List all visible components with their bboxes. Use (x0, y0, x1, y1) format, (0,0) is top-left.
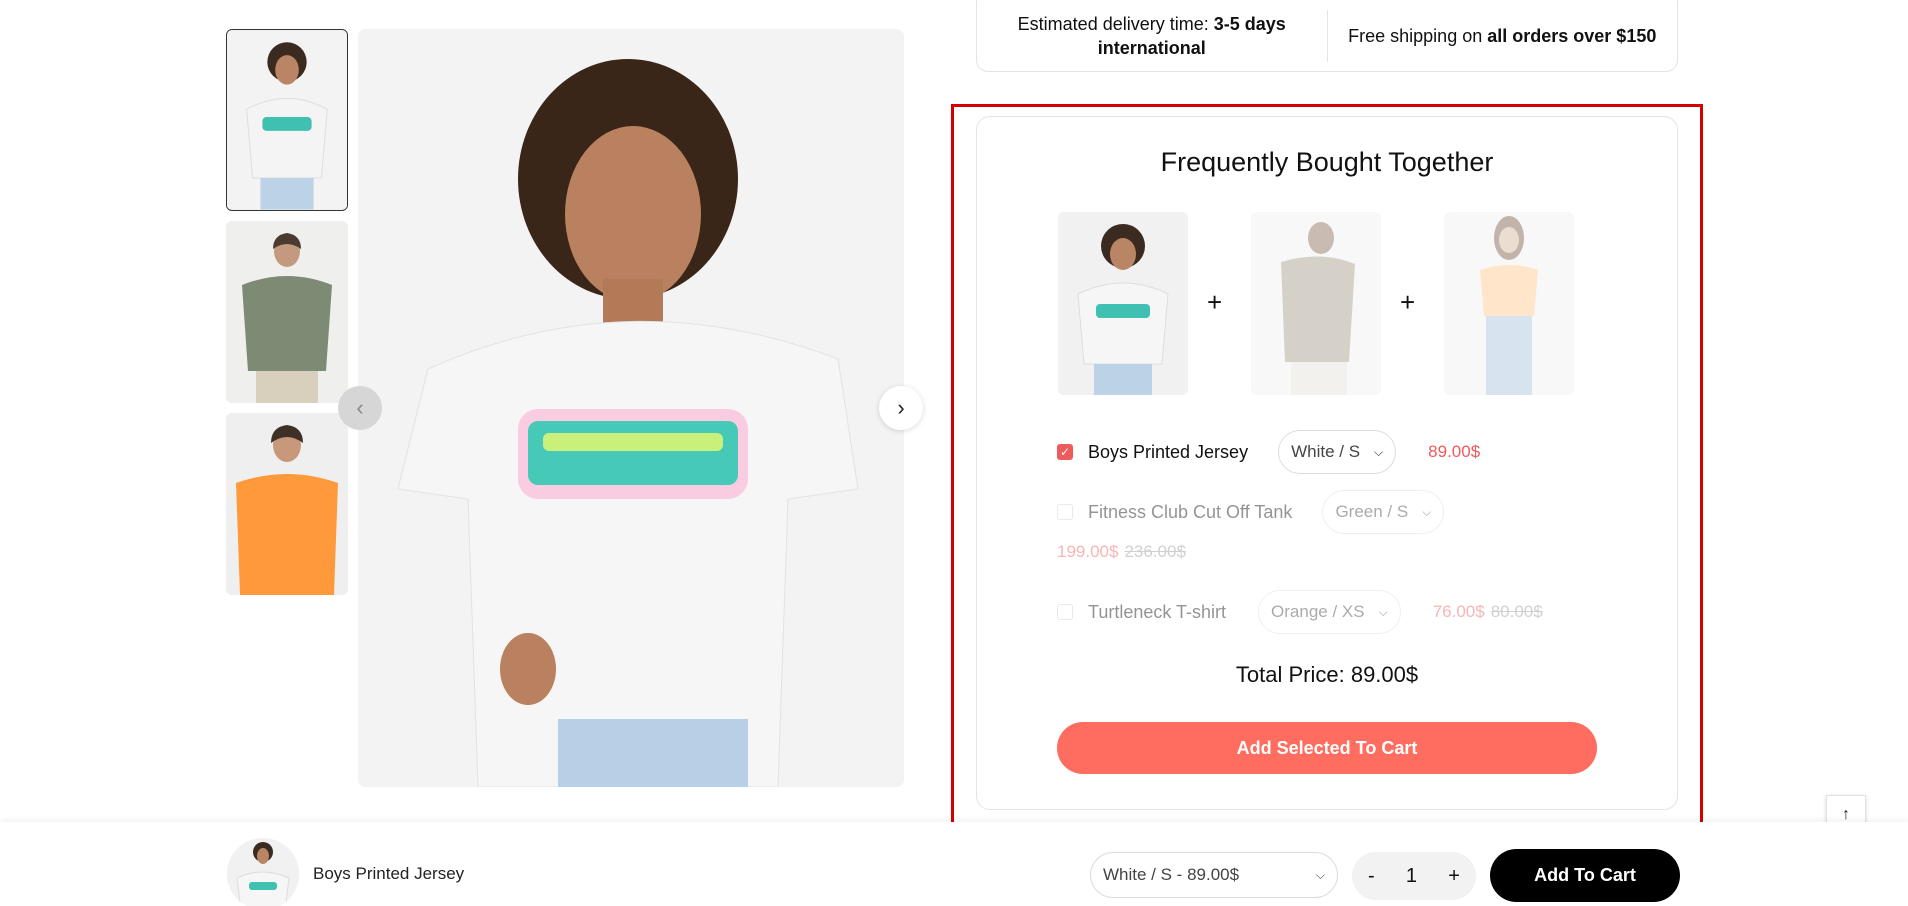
fbt-item-row: Fitness Club Cut Off Tank Green / S ⌵ (1057, 490, 1445, 534)
fbt-variant-value: Orange / XS (1271, 602, 1365, 621)
free-shipping-value: all orders over $150 (1487, 26, 1657, 46)
fbt-item-price: 89.00$ (1428, 442, 1481, 461)
fbt-item-row: ✓ Boys Printed Jersey White / S ⌵ 89.00$ (1057, 430, 1480, 474)
add-selected-to-cart-button[interactable]: Add Selected To Cart (1057, 722, 1597, 774)
plus-icon: + (1207, 287, 1223, 317)
fbt-variant-select[interactable]: White / S ⌵ (1278, 430, 1397, 474)
fbt-image-fitness-club-tank[interactable] (1251, 212, 1381, 395)
fbt-variant-value: Green / S (1335, 502, 1409, 521)
sticky-variant-value: White / S - 89.00$ (1103, 865, 1240, 884)
estimated-delivery-label: Estimated delivery time: (1017, 14, 1209, 34)
sticky-variant-select[interactable]: White / S - 89.00$ ⌵ (1090, 852, 1338, 898)
total-price-label: Total Price: (1235, 662, 1345, 687)
thumbnail-man-olive-tee[interactable] (226, 221, 348, 403)
chevron-left-icon: ‹ (356, 395, 364, 420)
chevron-right-icon: › (897, 395, 905, 420)
fbt-item-price-row: 199.00$ 236.00$ (1057, 542, 1186, 562)
fbt-title: Frequently Bought Together (1160, 147, 1494, 177)
fbt-item-checkbox[interactable] (1057, 604, 1073, 620)
product-photo-tank (1251, 212, 1381, 395)
delivery-info-box: Estimated delivery time: 3-5 days intern… (976, 0, 1678, 72)
add-to-cart-button[interactable]: Add To Cart (1490, 849, 1680, 902)
fbt-total-price: Total Price: 89.00$ (977, 662, 1677, 688)
product-photo-turtleneck (1444, 212, 1574, 395)
product-photo-boy (1058, 212, 1188, 395)
fbt-variant-select[interactable]: Green / S ⌵ (1322, 490, 1445, 534)
chevron-down-icon: ⌵ (1422, 504, 1432, 519)
fbt-variant-select[interactable]: Orange / XS ⌵ (1258, 590, 1401, 634)
chevron-down-icon: ⌵ (1374, 444, 1384, 459)
fbt-image-turtleneck-tshirt[interactable] (1444, 212, 1574, 395)
gallery-prev-button[interactable]: ‹ (338, 386, 382, 430)
free-shipping-label: Free shipping on (1348, 26, 1483, 46)
product-photo-boy-large (358, 29, 904, 787)
product-photo-boy (227, 30, 347, 210)
fbt-item-checkbox[interactable]: ✓ (1057, 444, 1073, 460)
product-photo-man-olive (226, 221, 348, 403)
fbt-item-name: Fitness Club Cut Off Tank (1088, 501, 1293, 522)
plus-icon: + (1400, 287, 1416, 317)
fbt-item-price: 76.00$ (1432, 602, 1485, 621)
quantity-stepper: - 1 + (1352, 852, 1476, 900)
qty-increase-button[interactable]: + (1448, 865, 1460, 888)
total-price-value: 89.00$ (1350, 662, 1419, 687)
chevron-down-icon: ⌵ (1378, 604, 1388, 619)
fbt-image-boys-printed-jersey[interactable] (1058, 212, 1188, 395)
fbt-item-row: Turtleneck T-shirt Orange / XS ⌵ 76.00$ … (1057, 590, 1543, 634)
frequently-bought-together: Frequently Bought Together + + ✓ Boys Pr… (976, 116, 1678, 810)
free-shipping: Free shipping on all orders over $150 (1328, 14, 1678, 48)
product-photo-man-orange (226, 413, 348, 595)
qty-value[interactable]: 1 (1406, 865, 1417, 888)
fbt-item-checkbox[interactable] (1057, 504, 1073, 520)
thumbnail-man-orange-tee[interactable] (226, 413, 348, 595)
sticky-product-thumbnail (227, 838, 299, 906)
fbt-item-price: 199.00$ (1057, 542, 1119, 561)
fbt-item-name: Turtleneck T-shirt (1088, 601, 1227, 622)
gallery-next-button[interactable]: › (879, 386, 923, 430)
fbt-item-old-price: 236.00$ (1124, 542, 1186, 561)
sticky-add-to-cart-bar: Boys Printed Jersey White / S - 89.00$ ⌵… (0, 822, 1908, 906)
main-product-image (358, 29, 904, 787)
product-photo-boy (227, 838, 299, 906)
estimated-delivery: Estimated delivery time: 3-5 days intern… (977, 2, 1327, 60)
chevron-down-icon: ⌵ (1315, 867, 1325, 882)
fbt-item-old-price: 80.00$ (1490, 602, 1543, 621)
fbt-item-name: Boys Printed Jersey (1088, 441, 1249, 462)
thumbnail-boy-white-tee[interactable] (226, 29, 348, 211)
qty-decrease-button[interactable]: - (1368, 865, 1375, 888)
sticky-product-name: Boys Printed Jersey (313, 864, 465, 883)
fbt-variant-value: White / S (1291, 442, 1361, 461)
